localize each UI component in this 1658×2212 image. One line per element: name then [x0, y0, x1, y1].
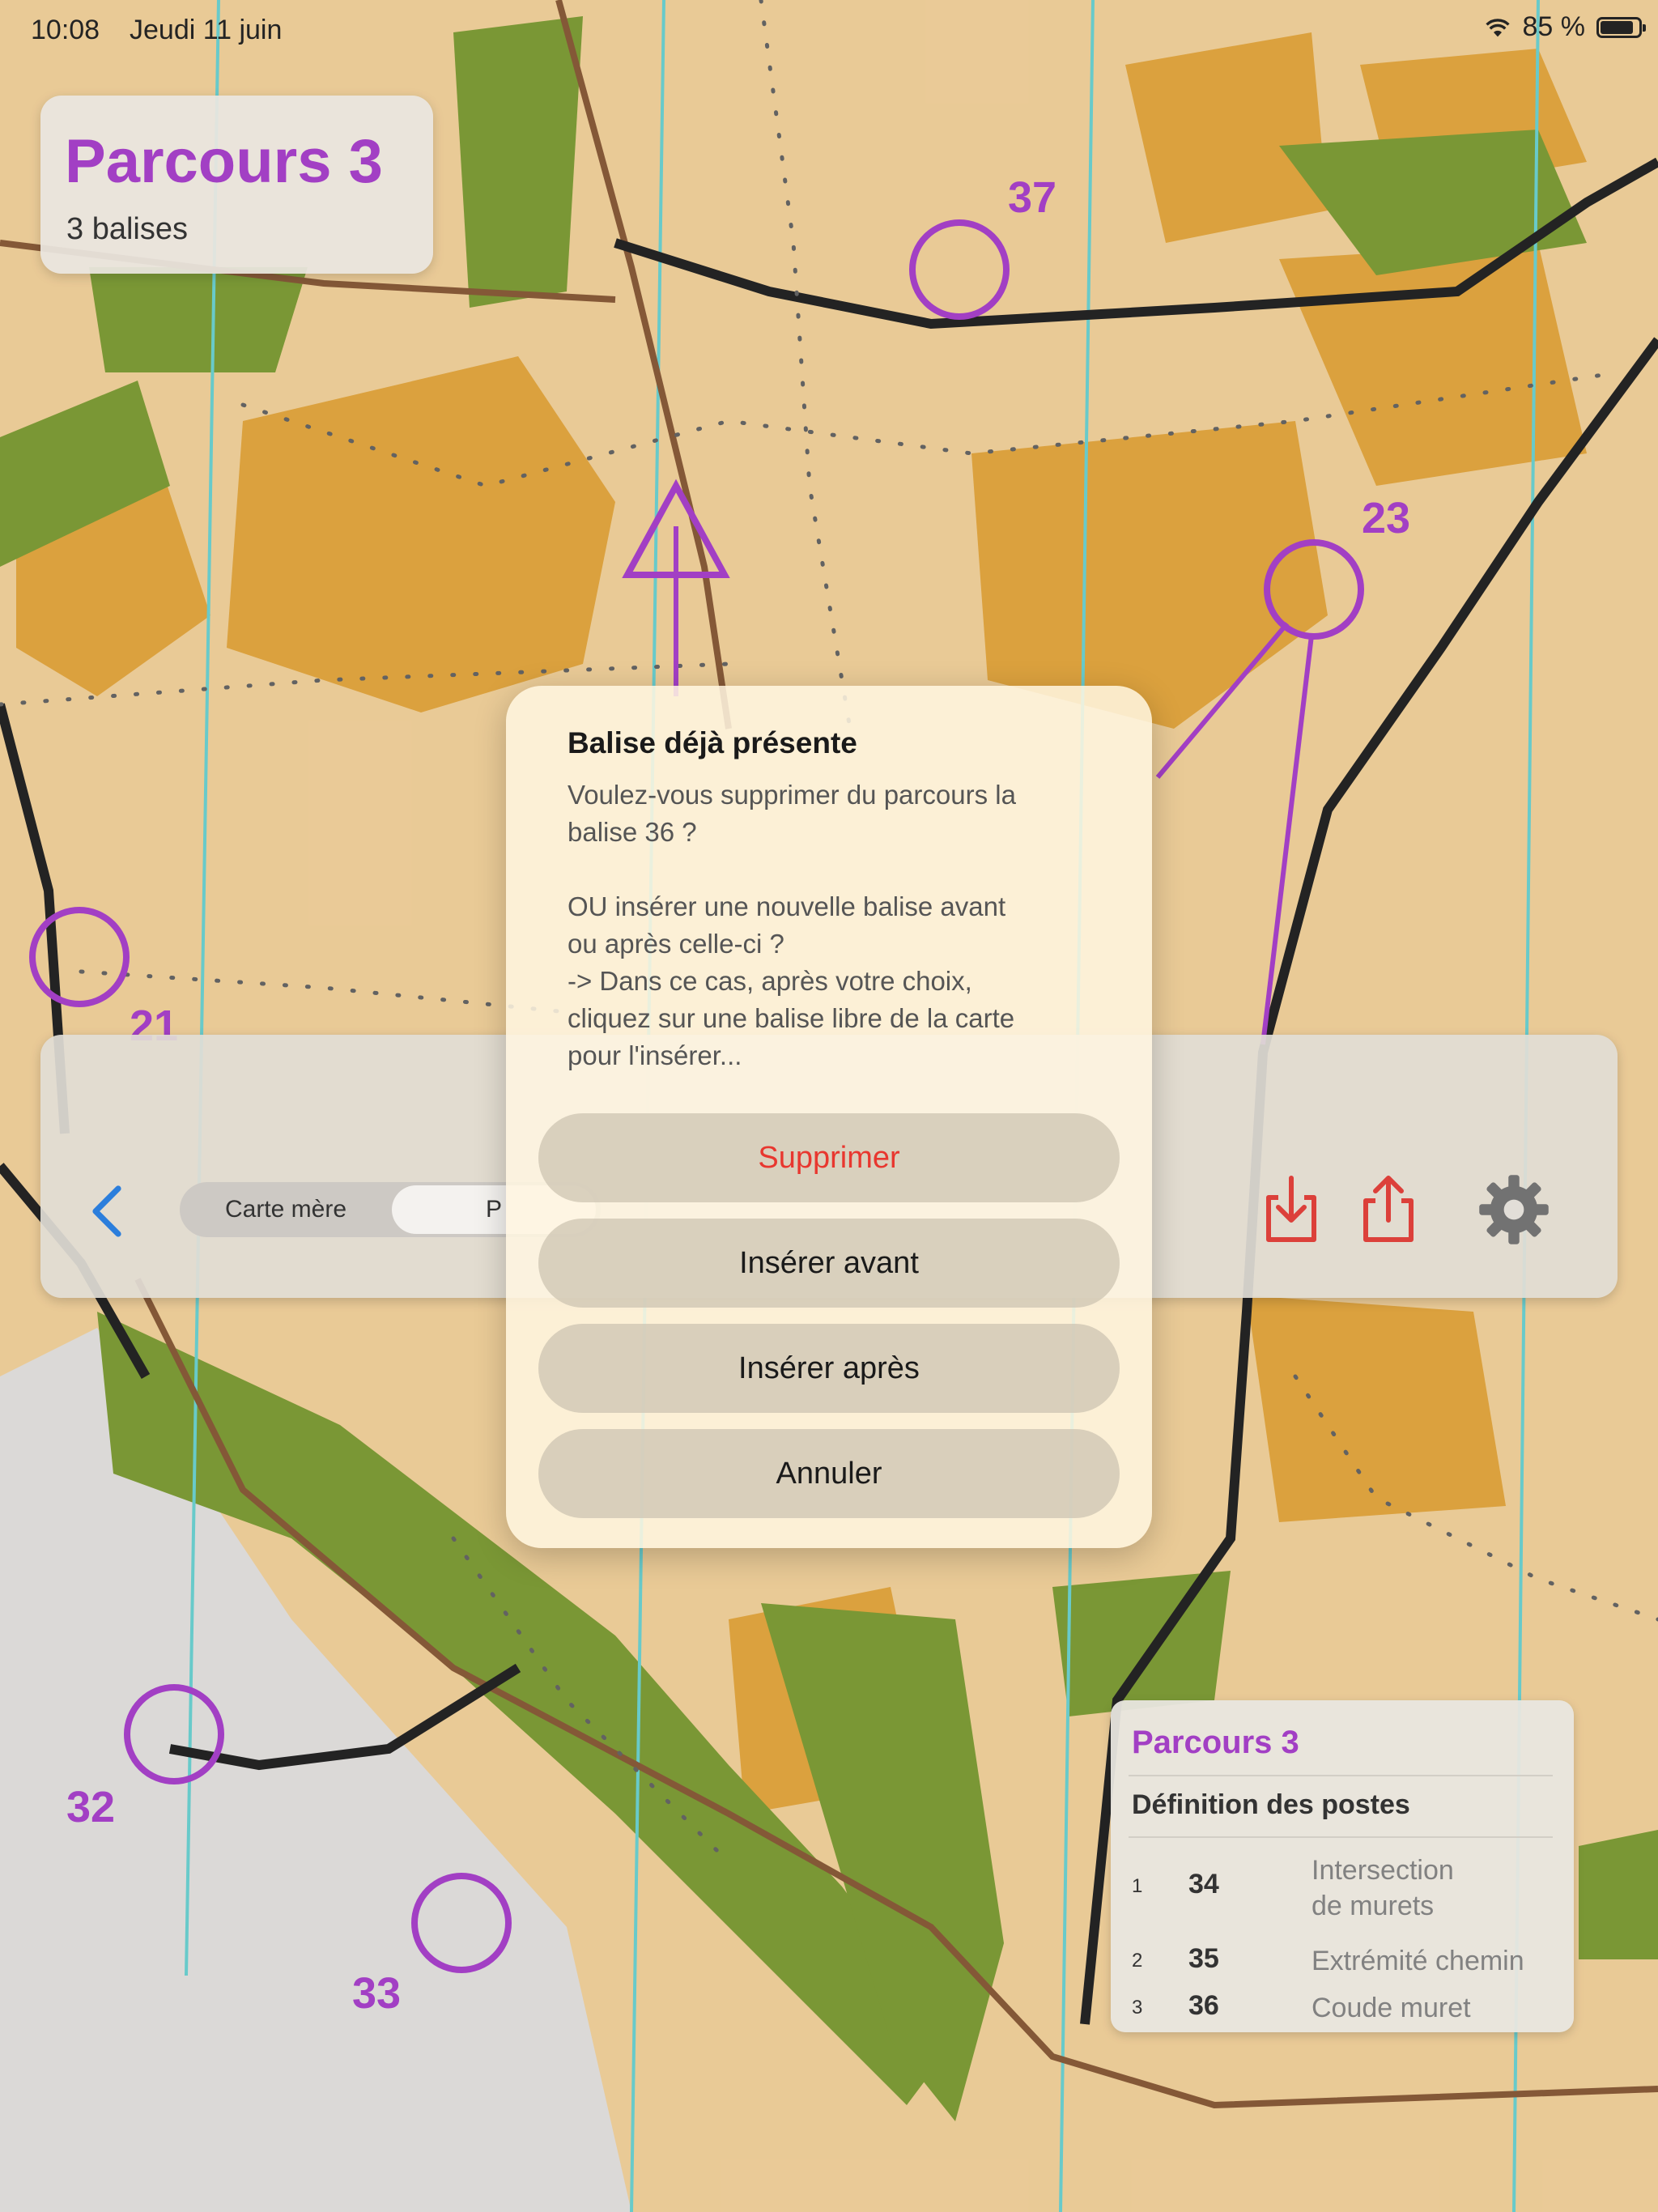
insert-before-button[interactable]: Insérer avant [538, 1219, 1120, 1308]
cancel-button[interactable]: Annuler [538, 1429, 1120, 1518]
insert-after-button[interactable]: Insérer après [538, 1324, 1120, 1413]
delete-button[interactable]: Supprimer [538, 1113, 1120, 1202]
control-exists-alert: Balise déjà présente Voulez-vous supprim… [506, 686, 1152, 1548]
alert-title: Balise déjà présente [568, 726, 857, 759]
alert-message: Voulez-vous supprimer du parcours la bal… [568, 780, 1016, 1070]
